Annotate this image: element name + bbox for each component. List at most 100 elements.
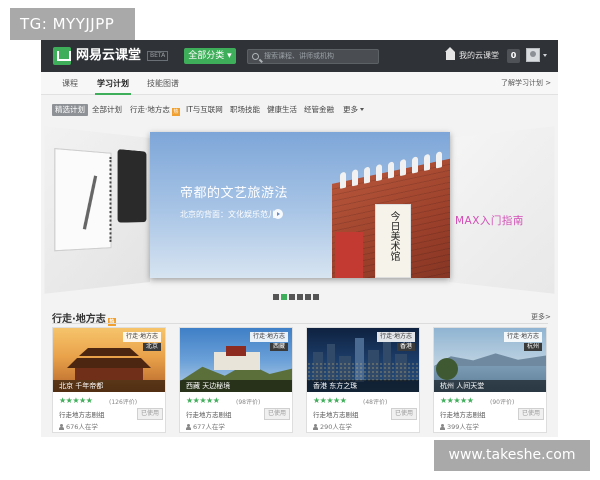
course-card[interactable]: 行走·地方志 西藏 西藏 天边秘境 ★★★★★ (98评价) 行走地方志剧组 6…: [179, 327, 293, 433]
brand-name[interactable]: 网易云课堂: [76, 47, 141, 65]
card-tag: 行走·地方志: [123, 332, 161, 342]
museum-sign-text: 今日美术馆: [388, 211, 399, 261]
banner-carousel: MAX入门指南 今日美术馆 帝都的文艺旅游法 北京的背面：文化娱乐范儿: [41, 126, 558, 294]
category-career[interactable]: 职场技能: [230, 104, 260, 116]
card-institution[interactable]: 行走地方志剧组: [59, 409, 105, 419]
next-slide[interactable]: [449, 126, 555, 294]
course-thumbnail[interactable]: 行走·地方志 西藏 西藏 天边秘境: [180, 328, 292, 392]
rating-count: (98评价): [236, 399, 261, 406]
red-banner-image: [335, 232, 363, 278]
course-card[interactable]: 行走·地方志 杭州 杭州 人间天堂 ★★★★★ (90评价) 行走地方志剧组 3…: [433, 327, 547, 433]
page-root: TG: MYYJJPP 网易云课堂 BETA 全部分类 ▾ 我的云课堂 0 课程…: [0, 0, 600, 480]
carousel-dot[interactable]: [305, 294, 311, 300]
learn-about-plan-link[interactable]: 了解学习计划 >: [501, 77, 551, 90]
card-learners-label: 290人在学: [320, 423, 352, 431]
tab-skill-map[interactable]: 技能图谱: [147, 72, 179, 95]
card-location: 西藏: [269, 343, 288, 351]
category-travel-label: 行走·地方志: [130, 105, 170, 114]
search-box[interactable]: [247, 49, 379, 64]
card-location: 北京: [142, 343, 161, 351]
card-learners-label: 676人在学: [66, 423, 98, 431]
category-more[interactable]: 更多: [343, 104, 364, 116]
used-button[interactable]: 已使用: [137, 408, 163, 420]
divider: [52, 323, 548, 324]
card-learners-label: 399人在学: [447, 423, 479, 431]
chevron-down-icon[interactable]: [543, 54, 547, 57]
card-tag: 行走·地方志: [504, 332, 542, 342]
carousel-dot-active[interactable]: [281, 294, 287, 300]
used-button[interactable]: 已使用: [264, 408, 290, 420]
course-thumbnail[interactable]: 行走·地方志 杭州 杭州 人间天堂: [434, 328, 546, 392]
category-health[interactable]: 健康生活: [267, 104, 297, 116]
person-icon: [59, 424, 64, 430]
next-slide-title[interactable]: MAX入门指南: [455, 213, 524, 228]
watermark-tag: TG: MYYJJPP: [10, 8, 135, 40]
prev-slide[interactable]: [44, 126, 150, 294]
category-strip: 精选计划 全部计划 行走·地方志热 IT与互联网 职场技能 健康生活 经管金融 …: [41, 96, 558, 124]
arrow-right-icon[interactable]: [273, 209, 283, 219]
home-icon[interactable]: [445, 47, 455, 60]
rating-count: (48评价): [363, 399, 388, 406]
card-location: 香港: [396, 343, 415, 351]
person-icon: [440, 424, 445, 430]
card-caption: 香港 东方之珠: [307, 380, 419, 392]
rating-stars: ★★★★★: [313, 396, 347, 405]
carousel-dot[interactable]: [313, 294, 319, 300]
used-button[interactable]: 已使用: [518, 408, 544, 420]
hot-badge: 热: [107, 318, 116, 326]
beta-badge: BETA: [147, 51, 169, 61]
watermark-site: www.takeshe.com: [434, 440, 590, 471]
card-institution[interactable]: 行走地方志剧组: [440, 409, 486, 419]
card-tag: 行走·地方志: [250, 332, 288, 342]
logo-icon[interactable]: [53, 47, 71, 65]
category-it[interactable]: IT与互联网: [186, 104, 223, 116]
person-icon: [313, 424, 318, 430]
person-icon: [186, 424, 191, 430]
category-finance[interactable]: 经管金融: [304, 104, 334, 116]
slide-subtitle: 北京的背面：文化娱乐范儿: [180, 210, 276, 219]
search-icon[interactable]: [252, 53, 259, 60]
avatar-icon[interactable]: [526, 48, 540, 62]
course-thumbnail[interactable]: 行走·地方志 北京 北京 千年帝都: [53, 328, 165, 392]
carousel-dot[interactable]: [297, 294, 303, 300]
course-card[interactable]: 行走·地方志 北京 北京 千年帝都 ★★★★★ (126评价) 行走地方志剧组 …: [52, 327, 166, 433]
section-more-link[interactable]: 更多>: [531, 312, 551, 322]
spiral-image: [109, 156, 114, 242]
museum-sign: 今日美术馆: [375, 204, 411, 278]
tablet-image: [117, 149, 147, 223]
rating-stars: ★★★★★: [440, 396, 474, 405]
category-all[interactable]: 全部计划: [92, 104, 122, 116]
chevron-down-icon: [360, 108, 364, 111]
my-class-link[interactable]: 我的云课堂: [459, 50, 499, 62]
card-learners-label: 677人在学: [193, 423, 225, 431]
carousel-dot[interactable]: [273, 294, 279, 300]
course-card[interactable]: 行走·地方志 香港 香港 东方之珠 ★★★★★ (48评价) 行走地方志剧组 2…: [306, 327, 420, 433]
card-learners: 399人在学: [440, 421, 479, 431]
category-more-label: 更多: [343, 105, 358, 114]
card-location: 杭州: [523, 343, 542, 351]
card-caption: 北京 千年帝都: [53, 380, 165, 392]
rating-stars: ★★★★★: [186, 396, 220, 405]
top-bar: 网易云课堂 BETA 全部分类 ▾ 我的云课堂 0: [41, 40, 558, 72]
course-thumbnail[interactable]: 行走·地方志 香港 香港 东方之珠: [307, 328, 419, 392]
current-slide[interactable]: 今日美术馆 帝都的文艺旅游法 北京的背面：文化娱乐范儿: [150, 132, 450, 278]
rating-stars: ★★★★★: [59, 396, 93, 405]
app-screen: 网易云课堂 BETA 全部分类 ▾ 我的云课堂 0 课程 学习计划 技能图谱 了…: [41, 40, 558, 437]
carousel-dot[interactable]: [289, 294, 295, 300]
card-institution[interactable]: 行走地方志剧组: [186, 409, 232, 419]
tab-study-plan[interactable]: 学习计划: [95, 72, 131, 95]
rating-count: (90评价): [490, 399, 515, 406]
nav-tabs: 课程 学习计划 技能图谱 了解学习计划 >: [41, 72, 558, 95]
message-count[interactable]: 0: [507, 49, 520, 63]
card-caption: 西藏 天边秘境: [180, 380, 292, 392]
card-learners: 290人在学: [313, 421, 352, 431]
card-institution[interactable]: 行走地方志剧组: [313, 409, 359, 419]
card-caption: 杭州 人间天堂: [434, 380, 546, 392]
tab-courses[interactable]: 课程: [62, 72, 78, 95]
search-input[interactable]: [264, 50, 376, 63]
category-featured[interactable]: 精选计划: [52, 104, 88, 116]
slide-title: 帝都的文艺旅游法: [180, 186, 289, 201]
category-travel[interactable]: 行走·地方志热: [130, 104, 180, 116]
all-categories-button[interactable]: 全部分类 ▾: [184, 48, 236, 64]
used-button[interactable]: 已使用: [391, 408, 417, 420]
